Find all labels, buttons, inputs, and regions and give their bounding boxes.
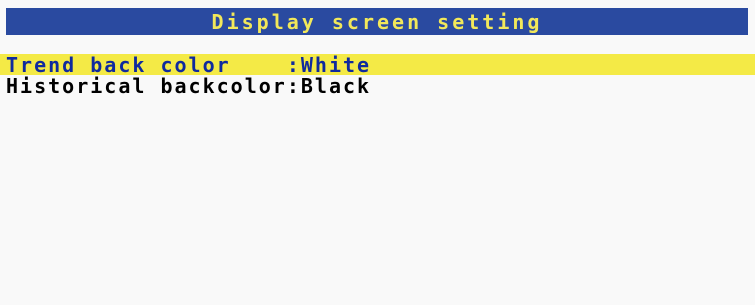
setting-label: Trend back color	[6, 52, 287, 77]
title-bar: Display screen setting	[6, 8, 748, 35]
screen-title: Display screen setting	[211, 9, 543, 34]
setting-value: Black	[300, 73, 372, 98]
display-settings-screen: Display screen setting Trend back color …	[0, 0, 755, 305]
setting-separator: :	[286, 73, 301, 98]
setting-row-trend-back-color[interactable]: Trend back color : White	[0, 54, 755, 75]
setting-label: Historical backcolor	[6, 73, 287, 98]
setting-separator: :	[286, 52, 301, 77]
setting-row-historical-backcolor[interactable]: Historical backcolor: Black	[0, 75, 755, 96]
settings-menu: Trend back color : White Historical backc…	[0, 54, 755, 96]
setting-value: White	[300, 52, 372, 77]
